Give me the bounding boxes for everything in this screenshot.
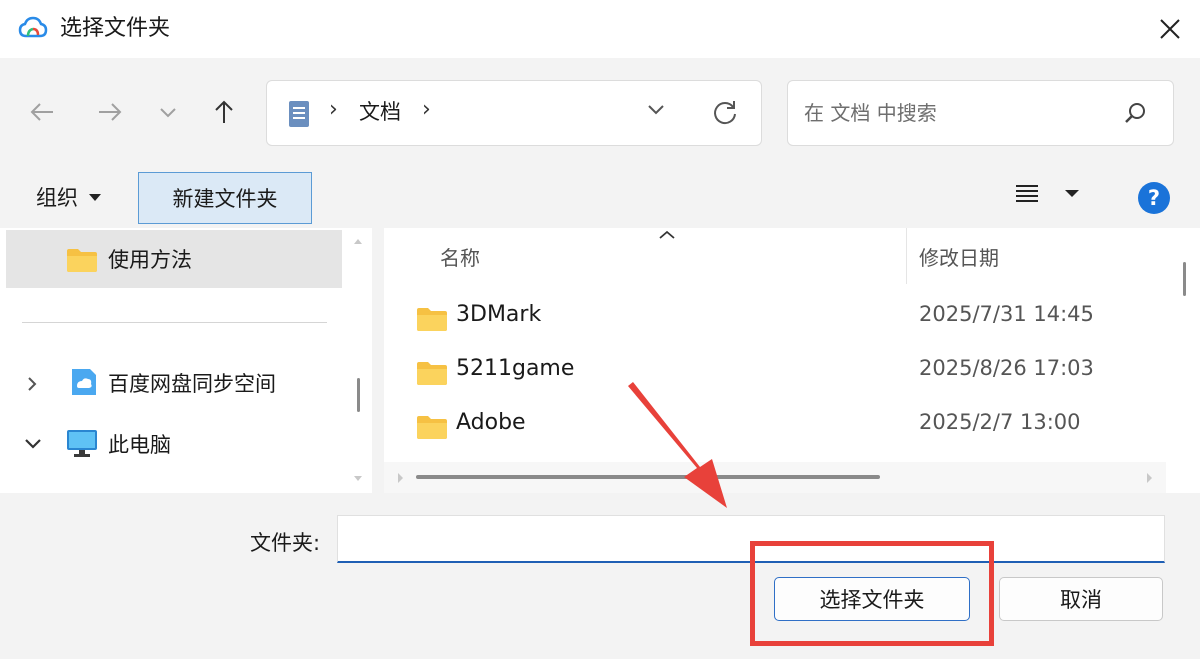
file-name: Adobe [456, 410, 526, 435]
nav-item-baidu-sync[interactable]: 百度网盘同步空间 [6, 354, 342, 412]
caret-down-icon [1065, 190, 1079, 197]
navigation-bar: › 文档 › [0, 58, 1200, 166]
title-bar: 选择文件夹 [0, 0, 1200, 58]
computer-icon [67, 430, 97, 457]
close-icon [1160, 19, 1180, 39]
close-button[interactable] [1140, 0, 1200, 58]
chevron-right-icon[interactable] [26, 376, 38, 392]
search-input[interactable] [802, 95, 1102, 131]
column-header: 名称 修改日期 [384, 228, 1166, 284]
breadcrumb-separator[interactable]: › [329, 97, 338, 122]
chevron-down-icon[interactable] [647, 103, 665, 115]
nav-item-usage[interactable]: 使用方法 [6, 230, 342, 288]
navigation-pane: 使用方法 百度网盘同步空间 此电脑 [0, 228, 372, 493]
recent-locations-button[interactable] [146, 92, 190, 132]
breadcrumb-separator[interactable]: › [422, 97, 431, 122]
help-button[interactable]: ? [1138, 182, 1170, 214]
folder-icon [67, 249, 97, 272]
documents-icon [289, 101, 309, 127]
nav-pane-scrollbar[interactable] [345, 228, 372, 493]
back-button[interactable] [20, 92, 64, 132]
file-row[interactable]: 3DMark 2025/7/31 14:45 [384, 290, 1166, 344]
file-modified-date: 2025/7/31 14:45 [919, 302, 1094, 326]
back-arrow-icon [30, 103, 53, 121]
file-modified-date: 2025/2/7 13:00 [919, 410, 1081, 434]
folder-icon [417, 416, 447, 439]
up-button[interactable] [202, 92, 246, 132]
file-list: 名称 修改日期 3DMark 2025/7/31 14:45 5211game … [384, 228, 1166, 493]
nav-divider [22, 322, 327, 323]
baidu-netdisk-icon [72, 369, 96, 395]
sort-ascending-icon [659, 230, 675, 239]
chevron-down-icon [160, 108, 176, 118]
organize-menu[interactable]: 组织 [36, 182, 102, 212]
list-view-icon [1016, 185, 1038, 202]
nav-item-label: 此电脑 [108, 433, 171, 457]
chevron-down-icon[interactable] [24, 438, 42, 450]
annotation-highlight-box [750, 541, 994, 646]
address-bar[interactable]: › 文档 › [266, 80, 762, 146]
horizontal-scrollbar[interactable] [384, 462, 1166, 493]
column-separator[interactable] [906, 228, 907, 284]
nav-item-label: 使用方法 [108, 248, 192, 272]
refresh-icon[interactable] [711, 99, 739, 127]
change-view-button[interactable] [1014, 182, 1080, 204]
select-folder-dialog: 选择文件夹 › 文档 › 在 文档 中搜索 组织 新建文件夹 ? 使用方法 百度… [0, 0, 1200, 659]
nav-item-this-pc[interactable]: 此电脑 [6, 415, 342, 473]
caret-down-icon [89, 194, 101, 201]
command-bar: 组织 新建文件夹 ? [0, 166, 1200, 228]
column-modified-header[interactable]: 修改日期 [919, 242, 999, 271]
search-icon[interactable] [1123, 101, 1147, 125]
folder-icon [417, 308, 447, 331]
forward-button[interactable] [88, 92, 132, 132]
nav-item-label: 百度网盘同步空间 [108, 372, 276, 396]
organize-label: 组织 [36, 186, 78, 210]
file-modified-date: 2025/8/26 17:03 [919, 356, 1094, 380]
column-name-header[interactable]: 名称 [440, 242, 480, 271]
baidu-cloud-icon [18, 16, 48, 38]
forward-arrow-icon [99, 103, 122, 121]
file-row[interactable]: 5211game 2025/8/26 17:03 [384, 344, 1166, 398]
up-arrow-icon [215, 100, 233, 123]
search-box[interactable] [787, 80, 1174, 146]
file-name: 5211game [456, 356, 575, 381]
dialog-title: 选择文件夹 [60, 16, 171, 41]
help-icon: ? [1147, 186, 1161, 210]
file-name: 3DMark [456, 302, 542, 327]
cancel-button[interactable]: 取消 [999, 577, 1163, 621]
folder-icon [417, 362, 447, 385]
file-list-scrollbar[interactable] [1166, 228, 1200, 493]
folder-field-label: 文件夹: [250, 531, 321, 555]
file-row[interactable]: Adobe 2025/2/7 13:00 [384, 398, 1166, 452]
footer: 文件夹: 选择文件夹 取消 [0, 493, 1200, 659]
breadcrumb-documents[interactable]: 文档 [359, 97, 401, 127]
new-folder-button[interactable]: 新建文件夹 [138, 172, 312, 224]
